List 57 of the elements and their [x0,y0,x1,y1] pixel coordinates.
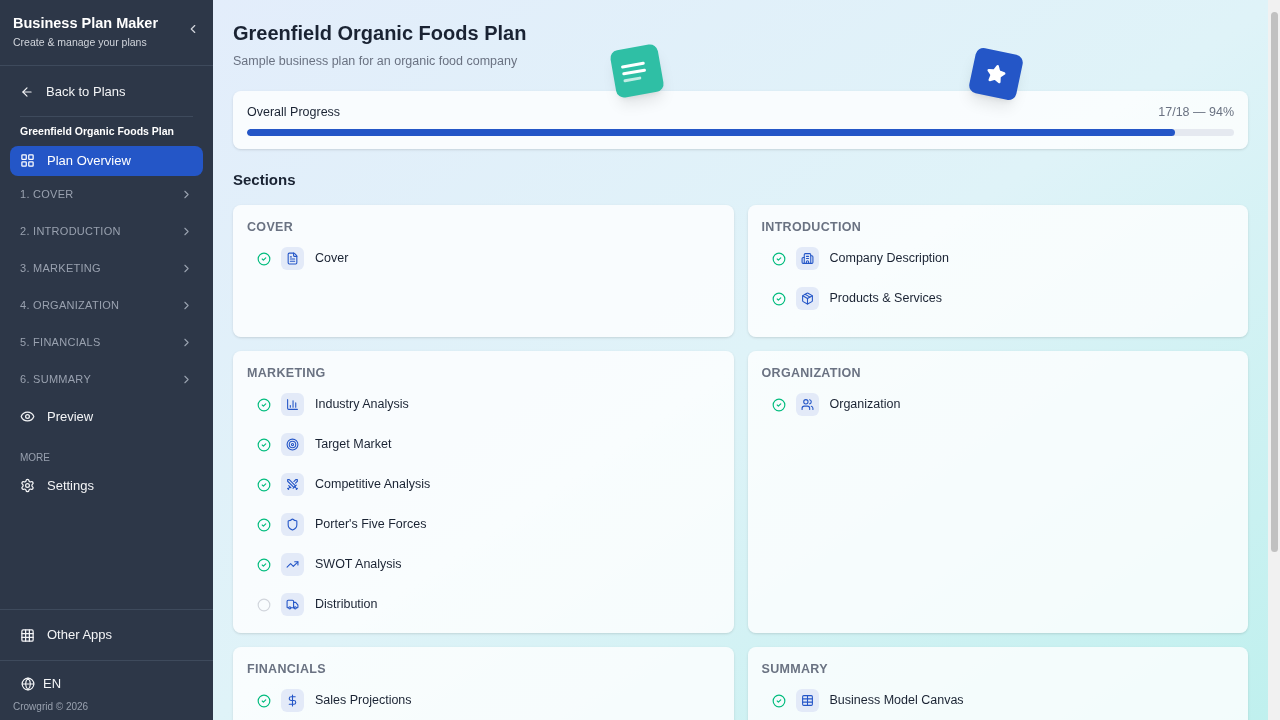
globe-icon [21,677,35,691]
section-item[interactable]: Company Description [761,244,1234,273]
language-button[interactable]: EN [13,671,200,697]
section-item[interactable]: Competitive Analysis [247,470,720,499]
footer-text: Crowgrid © 2026 [13,700,90,714]
dollar-icon [281,689,304,712]
gear-icon [20,478,35,494]
sidebar-item[interactable]: Plan Overview [10,145,203,176]
back-link[interactable]: Back to Plans [10,79,203,104]
app-subtitle: Create & manage your plans [13,35,148,51]
sidebar-section-item[interactable]: 3. MARKETING [10,249,203,287]
eye-icon [20,409,35,425]
people-icon [795,393,819,417]
bar-chart-icon [281,393,304,417]
box-icon [795,287,819,311]
section-title: MARKETING [247,365,327,382]
crossed-swords-icon [281,473,304,497]
sidebar-item[interactable]: Preview [10,401,203,432]
shield-icon [281,513,304,537]
section-item[interactable]: Organization [761,390,1234,419]
section-item[interactable]: Distribution [247,590,720,619]
section-title: ORGANIZATION [761,365,862,382]
sidebar-section-item[interactable]: 2. INTRODUCTION [10,212,203,250]
more-heading: MORE [20,450,51,465]
section-title: COVER [247,219,294,236]
target-icon [281,433,304,457]
section-title: FINANCIALS [247,660,327,678]
sections-heading: Sections [233,169,297,190]
section-item[interactable]: Industry Analysis [247,390,720,419]
plan-name: Greenfield Organic Foods Plan [20,123,176,139]
section-title: SUMMARY [761,660,829,678]
settings-link[interactable]: Settings [10,470,203,501]
document-icon [281,247,304,271]
progress-label: Overall Progress [247,103,341,121]
section-item[interactable]: SWOT Analysis [247,550,720,579]
section-item[interactable]: Porter's Five Forces [247,510,720,539]
progress-reading: 17/18 — 94% [1158,103,1234,121]
app-title: Business Plan Maker [13,14,159,33]
building-icon [795,247,819,271]
section-item[interactable]: Sales Projections [247,686,720,715]
section-title: INTRODUCTION [761,219,863,236]
sidebar-section-item[interactable]: 6. SUMMARY [10,360,203,398]
sidebar-section-item[interactable]: 4. ORGANIZATION [10,286,203,324]
other-apps-link[interactable]: Other Apps [10,620,123,650]
grid-icon [20,627,35,643]
section-item[interactable]: Products & Services [761,284,1234,313]
page-title: Greenfield Organic Foods Plan [233,21,528,46]
section-item[interactable]: Business Model Canvas [761,686,1234,715]
page-subtitle: Sample business plan for an organic food company [233,53,519,70]
truck-icon [281,593,304,617]
grid-icon [20,153,35,169]
section-item[interactable]: Cover [247,244,720,273]
grid-icon [795,689,819,712]
sidebar-section-item[interactable]: 5. FINANCIALS [10,323,203,361]
sidebar-section-item[interactable]: 1. COVER [10,175,203,213]
trending-up-icon [281,553,304,577]
section-item[interactable]: Target Market [247,430,720,459]
